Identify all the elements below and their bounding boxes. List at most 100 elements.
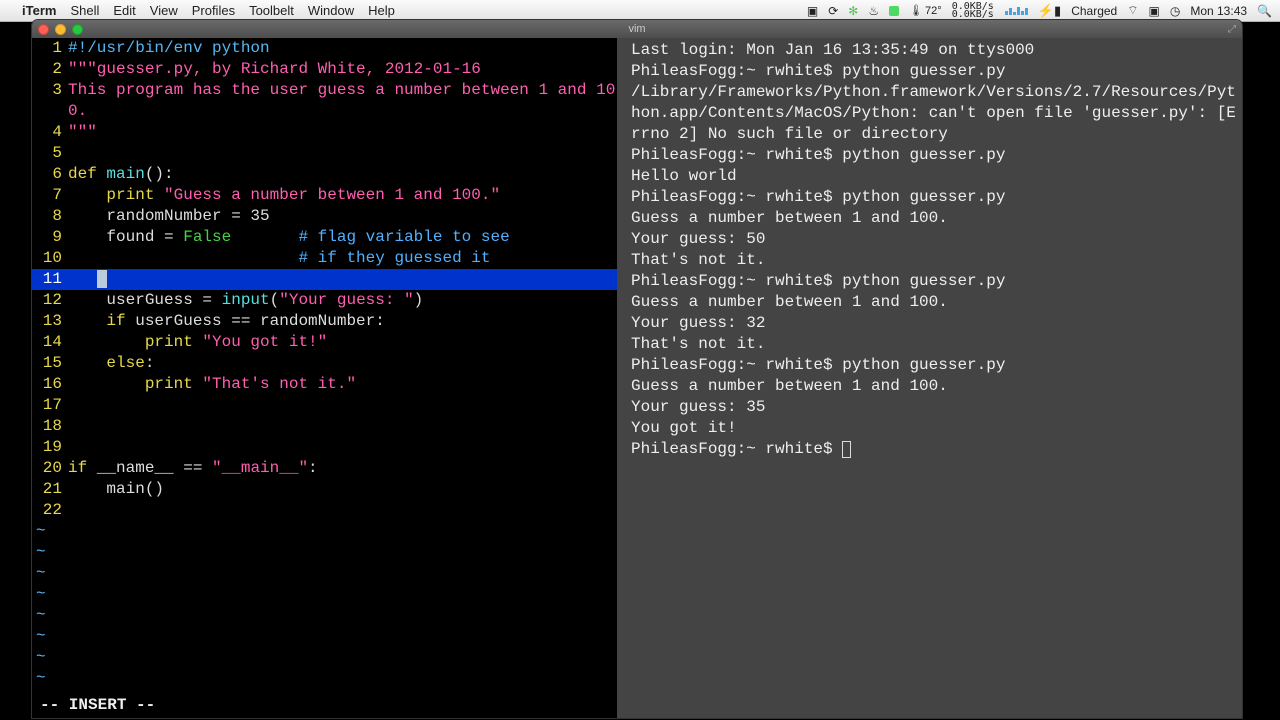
code-line[interactable]: 8 randomNumber = 35 [32, 206, 617, 227]
code-line[interactable]: 3This program has the user guess a numbe… [32, 80, 617, 122]
code-text: print "Guess a number between 1 and 100.… [68, 185, 617, 206]
code-line[interactable]: 20if __name__ == "__main__": [32, 458, 617, 479]
macos-menubar: iTerm Shell Edit View Profiles Toolbelt … [0, 0, 1280, 22]
line-number: 10 [32, 248, 68, 269]
vim-empty-line: ~ [32, 542, 617, 563]
line-number: 8 [32, 206, 68, 227]
line-number: 6 [32, 164, 68, 185]
display-icon[interactable]: ▣ [1149, 4, 1160, 18]
menu-toolbelt[interactable]: Toolbelt [249, 3, 294, 18]
code-line[interactable]: 15 else: [32, 353, 617, 374]
terminal-line: Hello world [631, 166, 1238, 187]
terminal-line: That's not it. [631, 334, 1238, 355]
code-line[interactable]: 12 userGuess = input("Your guess: ") [32, 290, 617, 311]
code-line[interactable]: 6def main(): [32, 164, 617, 185]
line-number: 12 [32, 290, 68, 311]
code-text: # if they guessed it [68, 248, 617, 269]
code-text: main() [68, 479, 617, 500]
code-line[interactable]: 7 print "Guess a number between 1 and 10… [32, 185, 617, 206]
code-line[interactable]: 14 print "You got it!" [32, 332, 617, 353]
menu-shell[interactable]: Shell [70, 3, 99, 18]
code-text [68, 416, 617, 437]
vim-empty-line: ~ [32, 563, 617, 584]
flower-icon[interactable]: ✻ [848, 4, 858, 18]
line-number: 7 [32, 185, 68, 206]
activity-bars-icon[interactable] [1004, 4, 1028, 18]
code-line[interactable]: 13 if userGuess == randomNumber: [32, 311, 617, 332]
menu-edit[interactable]: Edit [113, 3, 135, 18]
code-line[interactable]: 22 [32, 500, 617, 521]
line-number: 1 [32, 38, 68, 59]
vim-mode-status: -- INSERT -- [40, 695, 155, 716]
code-line[interactable]: 2"""guesser.py, by Richard White, 2012-0… [32, 59, 617, 80]
terminal-line: Guess a number between 1 and 100. [631, 376, 1238, 397]
code-line[interactable]: 17 [32, 395, 617, 416]
code-line[interactable]: 9 found = False # flag variable to see [32, 227, 617, 248]
code-text: """ [68, 122, 617, 143]
expand-icon[interactable]: ⤢ [1228, 24, 1236, 35]
network-speed[interactable]: 0.0KB/s0.0KB/s [952, 3, 994, 19]
wifi-icon[interactable]: ⌔ [1127, 3, 1138, 18]
battery-icon[interactable]: ⚡▮ [1038, 3, 1061, 19]
line-number: 21 [32, 479, 68, 500]
line-number: 5 [32, 143, 68, 164]
timemachine-icon[interactable]: ◷ [1170, 4, 1180, 18]
terminal-line: Last login: Mon Jan 16 13:35:49 on ttys0… [631, 40, 1238, 61]
menu-window[interactable]: Window [308, 3, 354, 18]
status-green-icon[interactable] [889, 6, 899, 16]
app-name[interactable]: iTerm [22, 3, 56, 18]
zoom-icon[interactable] [72, 24, 83, 35]
line-number: 2 [32, 59, 68, 80]
line-number: 16 [32, 374, 68, 395]
code-line[interactable]: 5 [32, 143, 617, 164]
code-text: This program has the user guess a number… [68, 80, 617, 122]
code-line[interactable]: 21 main() [32, 479, 617, 500]
terminal-line: PhileasFogg:~ rwhite$ python guesser.py [631, 271, 1238, 292]
code-line[interactable]: 11 [32, 269, 617, 290]
clock[interactable]: Mon 13:43 [1190, 4, 1247, 18]
terminal-cursor [842, 441, 851, 458]
close-icon[interactable] [38, 24, 49, 35]
sync-icon[interactable]: ⟳ [828, 4, 838, 18]
window-titlebar[interactable]: vim ⤢ [32, 20, 1242, 38]
code-text [68, 437, 617, 458]
code-text: #!/usr/bin/env python [68, 38, 617, 59]
line-number: 20 [32, 458, 68, 479]
code-text: print "You got it!" [68, 332, 617, 353]
window-traffic-lights [38, 24, 83, 35]
vim-pane[interactable]: 1#!/usr/bin/env python2"""guesser.py, by… [32, 38, 617, 718]
code-line[interactable]: 16 print "That's not it." [32, 374, 617, 395]
pane-divider[interactable] [617, 38, 627, 718]
code-line[interactable]: 4""" [32, 122, 617, 143]
code-line[interactable]: 1#!/usr/bin/env python [32, 38, 617, 59]
code-line[interactable]: 19 [32, 437, 617, 458]
menu-extra-icon[interactable]: ▣ [807, 4, 818, 18]
vim-empty-line: ~ [32, 668, 617, 689]
menu-view[interactable]: View [150, 3, 178, 18]
line-number: 11 [32, 269, 68, 290]
menu-profiles[interactable]: Profiles [192, 3, 235, 18]
battery-status: Charged [1071, 4, 1117, 18]
vim-empty-line: ~ [32, 605, 617, 626]
code-text: def main(): [68, 164, 617, 185]
code-text [68, 143, 617, 164]
code-text: randomNumber = 35 [68, 206, 617, 227]
terminal-line: Your guess: 32 [631, 313, 1238, 334]
code-text: """guesser.py, by Richard White, 2012-01… [68, 59, 617, 80]
terminal-line: That's not it. [631, 250, 1238, 271]
shell-pane[interactable]: Last login: Mon Jan 16 13:35:49 on ttys0… [627, 38, 1242, 718]
code-text [68, 500, 617, 521]
code-line[interactable]: 10 # if they guessed it [32, 248, 617, 269]
temperature-widget[interactable]: 🌡 72° [909, 4, 942, 17]
minimize-icon[interactable] [55, 24, 66, 35]
line-number: 18 [32, 416, 68, 437]
terminal-line: Your guess: 35 [631, 397, 1238, 418]
flame-icon[interactable]: ♨ [868, 4, 879, 18]
line-number: 19 [32, 437, 68, 458]
line-number: 15 [32, 353, 68, 374]
vim-cursor [97, 270, 107, 288]
menu-help[interactable]: Help [368, 3, 395, 18]
code-text: found = False # flag variable to see [68, 227, 617, 248]
spotlight-icon[interactable]: 🔍 [1257, 4, 1272, 18]
code-line[interactable]: 18 [32, 416, 617, 437]
